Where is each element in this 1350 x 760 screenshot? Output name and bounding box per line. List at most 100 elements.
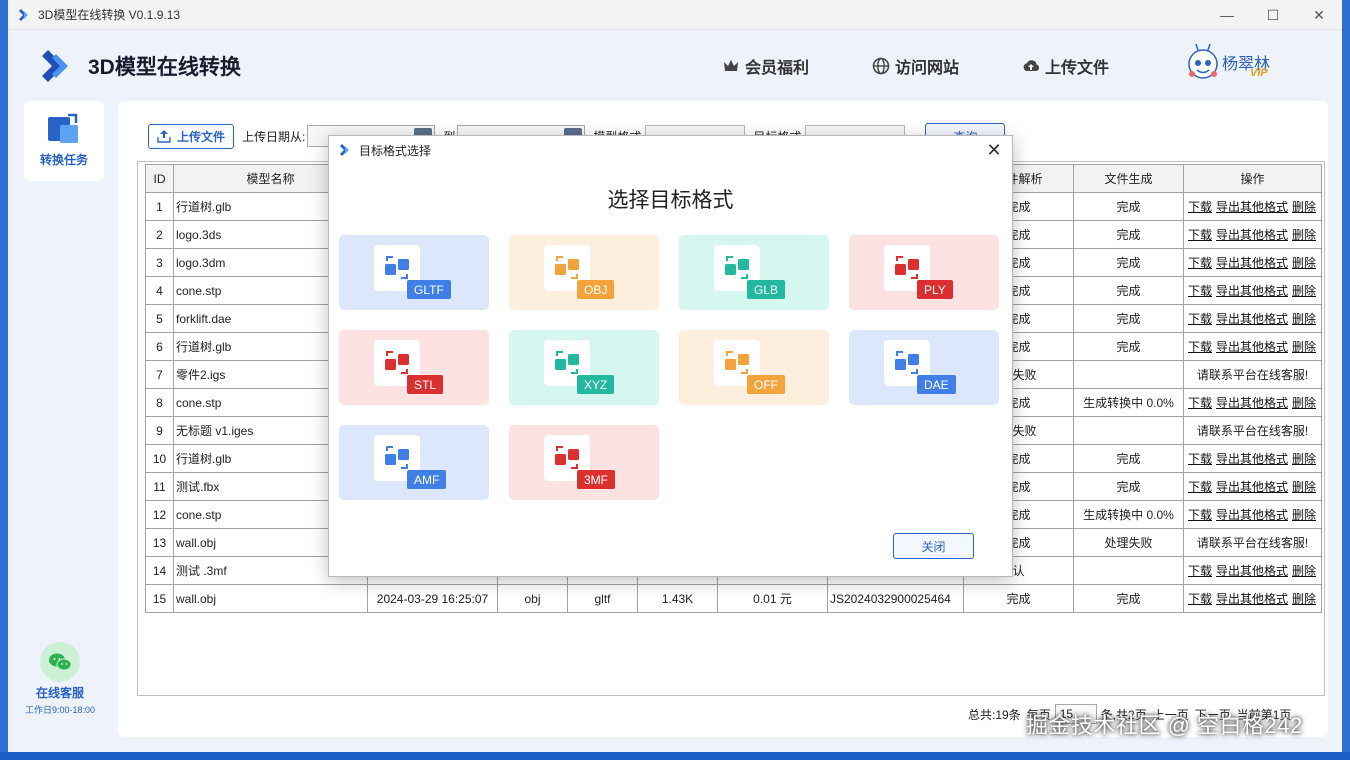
upload-file-button[interactable]: 上传文件 bbox=[148, 123, 235, 149]
export-format-link[interactable]: 导出其他格式 bbox=[1216, 396, 1288, 410]
dialog-close-button[interactable]: 关闭 bbox=[893, 533, 974, 559]
cell-gen: 完成 bbox=[1073, 276, 1184, 305]
cell-gen bbox=[1073, 416, 1184, 445]
cell-gen: 完成 bbox=[1073, 220, 1184, 249]
cell-id: 15 bbox=[145, 584, 174, 613]
cell-gen: 完成 bbox=[1073, 192, 1184, 221]
cell-gen: 处理失败 bbox=[1073, 528, 1184, 557]
cell-id: 14 bbox=[145, 556, 174, 585]
brand-logo-icon bbox=[42, 50, 68, 82]
format-option-gltf[interactable]: GLTF bbox=[339, 235, 489, 310]
contact-service-note: 请联系平台在线客服! bbox=[1196, 368, 1309, 382]
format-option-obj[interactable]: OBJ bbox=[509, 235, 659, 310]
cell-id: 11 bbox=[145, 472, 174, 501]
cell-id: 10 bbox=[145, 444, 174, 473]
format-option-3mf[interactable]: 3MF bbox=[509, 425, 659, 500]
nav-visit-website[interactable]: 访问网站 bbox=[872, 54, 959, 78]
delete-link[interactable]: 删除 bbox=[1292, 200, 1316, 214]
desktop-edge-bottom bbox=[0, 752, 1350, 760]
download-link[interactable]: 下载 bbox=[1188, 284, 1212, 298]
export-format-link[interactable]: 导出其他格式 bbox=[1216, 480, 1288, 494]
cell-gen: 完成 bbox=[1073, 248, 1184, 277]
format-option-dae[interactable]: DAE bbox=[849, 330, 999, 405]
maximize-button[interactable]: ☐ bbox=[1250, 0, 1296, 30]
export-format-link[interactable]: 导出其他格式 bbox=[1216, 312, 1288, 326]
cell-gen: 生成转换中 0.0% bbox=[1073, 500, 1184, 529]
download-link[interactable]: 下载 bbox=[1188, 564, 1212, 578]
app-logo-icon bbox=[19, 8, 28, 21]
dialog-close-button-label: 关闭 bbox=[921, 539, 946, 554]
download-link[interactable]: 下载 bbox=[1188, 508, 1212, 522]
cell-actions: 下载 导出其他格式 删除 bbox=[1183, 388, 1322, 417]
cell-actions: 下载 导出其他格式 删除 bbox=[1183, 472, 1322, 501]
minimize-button[interactable]: — bbox=[1204, 0, 1250, 30]
cell-id: 6 bbox=[145, 332, 174, 361]
delete-link[interactable]: 删除 bbox=[1292, 480, 1316, 494]
column-header: ID bbox=[145, 164, 174, 193]
download-link[interactable]: 下载 bbox=[1188, 592, 1212, 606]
download-link[interactable]: 下载 bbox=[1188, 200, 1212, 214]
delete-link[interactable]: 删除 bbox=[1292, 564, 1316, 578]
delete-link[interactable]: 删除 bbox=[1292, 452, 1316, 466]
cell-id: 1 bbox=[145, 192, 174, 221]
export-format-link[interactable]: 导出其他格式 bbox=[1216, 592, 1288, 606]
export-format-link[interactable]: 导出其他格式 bbox=[1216, 564, 1288, 578]
download-link[interactable]: 下载 bbox=[1188, 228, 1212, 242]
export-format-link[interactable]: 导出其他格式 bbox=[1216, 256, 1288, 270]
dialog-title: 目标格式选择 bbox=[359, 143, 432, 158]
cell-actions: 请联系平台在线客服! bbox=[1183, 416, 1322, 445]
format-option-stl[interactable]: STL bbox=[339, 330, 489, 405]
delete-link[interactable]: 删除 bbox=[1292, 256, 1316, 270]
dialog-close-icon[interactable]: ✕ bbox=[982, 138, 1006, 162]
desktop-edge-left bbox=[0, 0, 8, 760]
dialog-title-bar: 目标格式选择 bbox=[329, 136, 1012, 164]
export-format-link[interactable]: 导出其他格式 bbox=[1216, 200, 1288, 214]
cell-actions: 下载 导出其他格式 删除 bbox=[1183, 304, 1322, 333]
close-window-button[interactable]: ✕ bbox=[1296, 0, 1342, 30]
cell-gen: 生成转换中 0.0% bbox=[1073, 388, 1184, 417]
avatar bbox=[1188, 43, 1218, 79]
format-label: OBJ bbox=[577, 280, 615, 299]
delete-link[interactable]: 删除 bbox=[1292, 228, 1316, 242]
nav-upload-file-label: 上传文件 bbox=[1045, 60, 1110, 77]
export-format-link[interactable]: 导出其他格式 bbox=[1216, 284, 1288, 298]
sidebar-item-label: 转换任务 bbox=[39, 153, 88, 167]
format-option-ply[interactable]: PLY bbox=[849, 235, 999, 310]
user-profile[interactable]: 杨翠林 VIP bbox=[1186, 42, 1270, 82]
contact-service-note: 请联系平台在线客服! bbox=[1196, 536, 1309, 550]
download-link[interactable]: 下载 bbox=[1188, 480, 1212, 494]
format-option-off[interactable]: OFF bbox=[679, 330, 829, 405]
download-link[interactable]: 下载 bbox=[1188, 256, 1212, 270]
export-format-link[interactable]: 导出其他格式 bbox=[1216, 340, 1288, 354]
cell-gen: 完成 bbox=[1073, 472, 1184, 501]
delete-link[interactable]: 删除 bbox=[1292, 312, 1316, 326]
delete-link[interactable]: 删除 bbox=[1292, 396, 1316, 410]
download-link[interactable]: 下载 bbox=[1188, 340, 1212, 354]
watermark: 掘金技术社区 @ 空白格242 bbox=[1026, 713, 1303, 738]
download-link[interactable]: 下载 bbox=[1188, 452, 1212, 466]
format-label: GLB bbox=[747, 280, 786, 299]
nav-upload-file[interactable]: 上传文件 bbox=[1022, 54, 1109, 78]
format-option-xyz[interactable]: XYZ bbox=[509, 330, 659, 405]
delete-link[interactable]: 删除 bbox=[1292, 592, 1316, 606]
delete-link[interactable]: 删除 bbox=[1292, 508, 1316, 522]
delete-link[interactable]: 删除 bbox=[1292, 340, 1316, 354]
export-format-link[interactable]: 导出其他格式 bbox=[1216, 508, 1288, 522]
cell-actions: 下载 导出其他格式 删除 bbox=[1183, 220, 1322, 249]
download-link[interactable]: 下载 bbox=[1188, 312, 1212, 326]
window-title: 3D模型在线转换 V0.1.9.13 bbox=[38, 8, 181, 22]
nav-member-benefits[interactable]: 会员福利 bbox=[722, 54, 809, 78]
delete-link[interactable]: 删除 bbox=[1292, 284, 1316, 298]
download-link[interactable]: 下载 bbox=[1188, 396, 1212, 410]
format-label: XYZ bbox=[577, 375, 615, 394]
cell-actions: 请联系平台在线客服! bbox=[1183, 528, 1322, 557]
cell-id: 7 bbox=[145, 360, 174, 389]
format-option-glb[interactable]: GLB bbox=[679, 235, 829, 310]
export-format-link[interactable]: 导出其他格式 bbox=[1216, 452, 1288, 466]
sidebar-item-conversion-tasks[interactable]: 转换任务 bbox=[24, 101, 104, 181]
cell-id: 8 bbox=[145, 388, 174, 417]
cell-actions: 下载 导出其他格式 删除 bbox=[1183, 556, 1322, 585]
export-format-link[interactable]: 导出其他格式 bbox=[1216, 228, 1288, 242]
format-option-amf[interactable]: AMF bbox=[339, 425, 489, 500]
online-service[interactable]: 在线客服 工作日9:00-18:00 bbox=[16, 642, 104, 716]
